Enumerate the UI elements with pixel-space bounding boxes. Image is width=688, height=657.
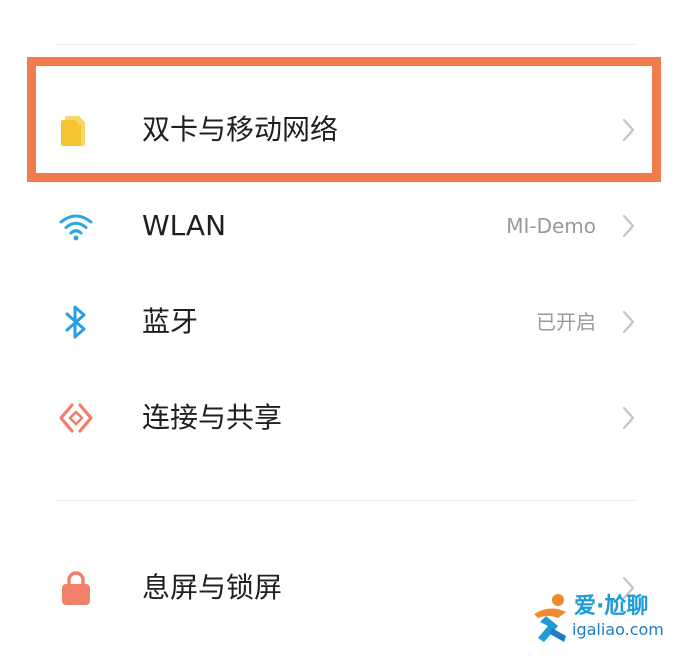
chevron-right-icon — [622, 310, 635, 334]
settings-item-wlan[interactable]: WLAN MI-Demo — [0, 180, 688, 272]
watermark-url: igaliao.com — [572, 620, 664, 639]
chevron-right-icon — [622, 214, 635, 238]
chevron-right-icon — [622, 406, 635, 430]
settings-item-label: 蓝牙 — [142, 305, 199, 338]
lock-icon — [56, 568, 96, 608]
top-divider — [56, 44, 636, 45]
highlight-box — [27, 57, 661, 182]
bluetooth-icon — [56, 302, 96, 342]
settings-item-connection-sharing[interactable]: 连接与共享 — [0, 372, 688, 464]
connection-share-icon — [56, 398, 96, 438]
settings-item-bluetooth[interactable]: 蓝牙 已开启 — [0, 276, 688, 368]
settings-item-value: 已开启 — [536, 310, 596, 334]
settings-item-label: 连接与共享 — [142, 401, 283, 434]
watermark-name: 爱·尬聊 — [574, 594, 649, 619]
watermark-logo-icon — [534, 594, 566, 642]
settings-item-label: 息屏与锁屏 — [142, 571, 283, 604]
watermark: 爱·尬聊 igaliao.com — [528, 588, 682, 650]
section-divider — [56, 500, 636, 501]
wifi-icon — [56, 206, 96, 246]
settings-item-value: MI-Demo — [506, 214, 596, 238]
settings-item-label: WLAN — [142, 209, 227, 242]
